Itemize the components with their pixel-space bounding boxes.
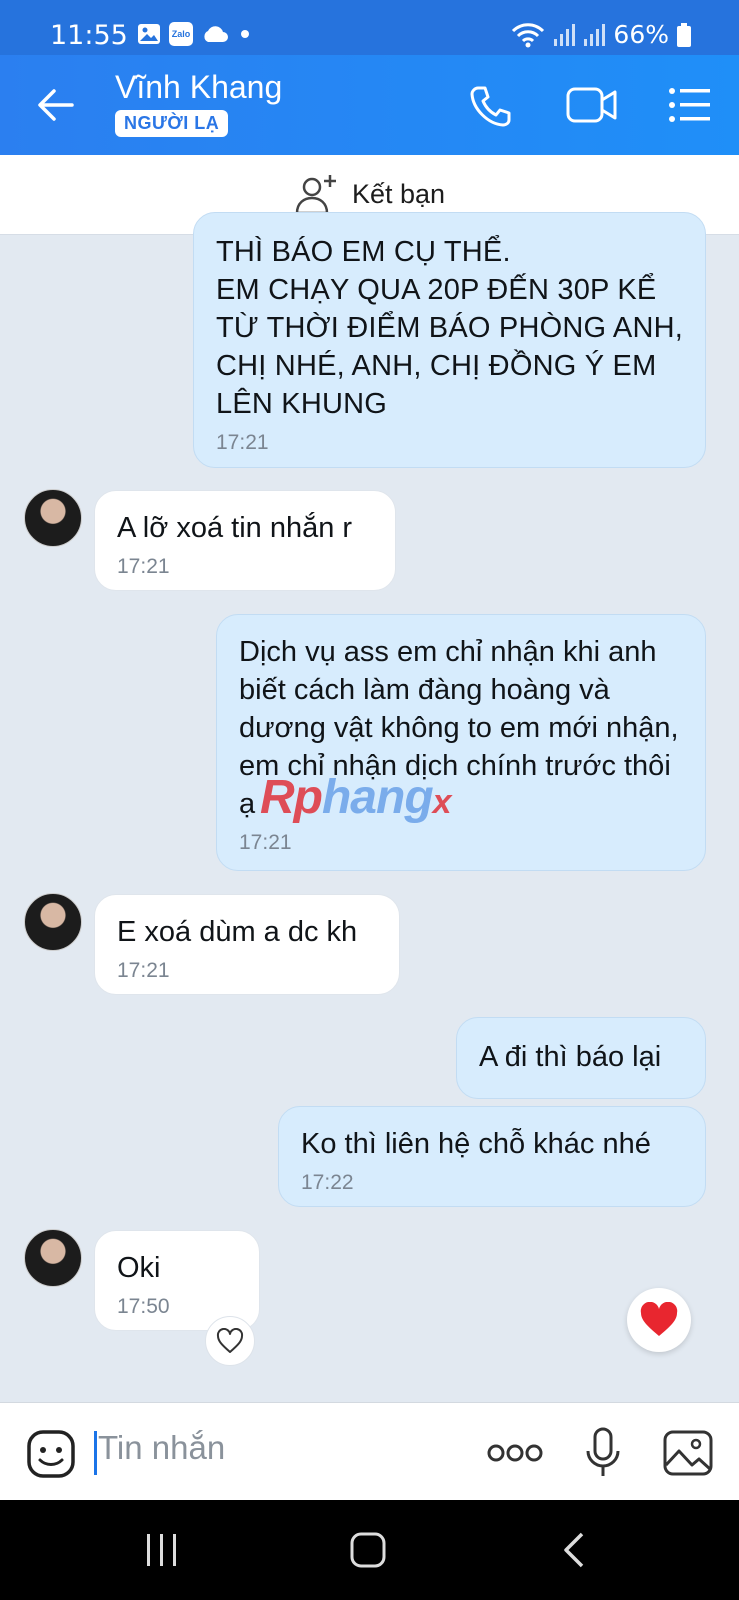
message-bubble-incoming[interactable]: A lỡ xoá tin nhắn r 17:21 <box>94 490 396 591</box>
menu-icon[interactable] <box>668 85 712 125</box>
react-heart-button[interactable] <box>205 1316 255 1366</box>
message-time: 17:50 <box>117 1295 170 1318</box>
add-friend-label: Kết bạn <box>351 179 446 209</box>
message-text: A lỡ xoá tin nhắn r <box>117 512 353 544</box>
wifi-icon <box>512 22 545 47</box>
video-call-icon[interactable] <box>566 85 618 125</box>
phone-icon[interactable] <box>468 83 514 129</box>
cloud-icon <box>204 26 228 42</box>
message-text: THÌ BÁO EM CỤ THỂ. EM CHẠY QUA 20P ĐẾN 3… <box>216 236 683 420</box>
watermark: Rphangx <box>260 771 452 824</box>
contact-name[interactable]: Vĩnh Khang <box>115 69 282 106</box>
recent-apps-icon[interactable] <box>145 1532 179 1568</box>
microphone-icon[interactable] <box>585 1427 621 1479</box>
stranger-badge: NGƯỜI LẠ <box>115 110 229 137</box>
quick-heart-button[interactable] <box>627 1288 691 1352</box>
message-text: A đi thì báo lại <box>479 1041 662 1073</box>
add-friend-icon <box>295 174 336 214</box>
battery-icon <box>677 22 691 47</box>
dot-icon <box>241 30 249 38</box>
message-bubble-outgoing[interactable]: THÌ BÁO EM CỤ THỂ. EM CHẠY QUA 20P ĐẾN 3… <box>193 212 706 468</box>
message-bubble-outgoing[interactable]: Ko thì liên hệ chỗ khác nhé 17:22 <box>278 1106 706 1207</box>
avatar[interactable] <box>24 893 82 951</box>
battery-percent: 66% <box>613 20 669 49</box>
status-notification-icons: Zalo <box>137 22 253 46</box>
message-text: Oki <box>117 1252 161 1284</box>
message-time: 17:21 <box>216 431 269 454</box>
emoji-sticker-icon[interactable] <box>26 1429 76 1479</box>
message-time: 17:21 <box>117 555 170 578</box>
image-gallery-icon[interactable] <box>662 1429 714 1477</box>
message-bubble-outgoing[interactable]: A đi thì báo lại <box>456 1017 706 1099</box>
status-time: 11:55 <box>50 20 128 51</box>
zalo-app-icon: Zalo <box>169 22 193 46</box>
message-bubble-incoming[interactable]: E xoá dùm a dc kh 17:21 <box>94 894 400 995</box>
signal-icon <box>554 23 576 46</box>
message-time: 17:21 <box>239 831 292 854</box>
status-bar: 11:55 Zalo 66% <box>0 0 739 62</box>
message-bubble-outgoing[interactable]: Dịch vụ ass em chỉ nhận khi anh biết các… <box>216 614 706 871</box>
message-input-bar: Tin nhắn <box>0 1402 739 1500</box>
avatar[interactable] <box>24 489 82 547</box>
gallery-icon <box>138 24 160 44</box>
message-time: 17:21 <box>117 959 170 982</box>
message-input[interactable]: Tin nhắn <box>98 1429 225 1467</box>
signal-icon-2 <box>584 23 606 46</box>
back-arrow-icon[interactable] <box>36 85 76 125</box>
chat-header: Vĩnh Khang NGƯỜI LẠ <box>0 55 739 155</box>
status-system-icons: 66% <box>511 20 691 49</box>
message-time: 17:22 <box>301 1171 354 1194</box>
heart-filled-icon <box>640 1302 678 1336</box>
message-text: E xoá dùm a dc kh <box>117 916 358 948</box>
heart-outline-icon <box>216 1328 244 1353</box>
message-text: Ko thì liên hệ chỗ khác nhé <box>301 1128 651 1160</box>
text-caret <box>94 1431 97 1475</box>
back-nav-icon[interactable] <box>562 1532 586 1568</box>
more-options-icon[interactable] <box>487 1443 543 1463</box>
system-nav-bar <box>0 1500 739 1600</box>
home-icon[interactable] <box>350 1532 386 1568</box>
avatar[interactable] <box>24 1229 82 1287</box>
